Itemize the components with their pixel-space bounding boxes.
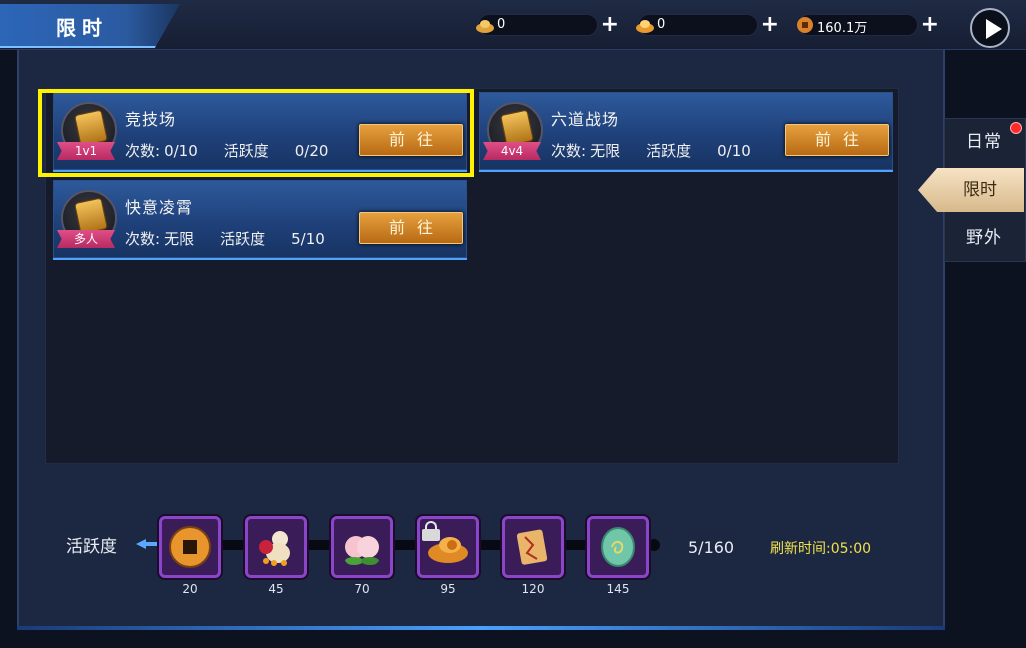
- reward-threshold: 45: [268, 582, 284, 596]
- reward-chest[interactable]: [587, 516, 649, 578]
- resource-gold-value: 0: [657, 17, 666, 32]
- reward-chest[interactable]: [331, 516, 393, 578]
- tab-wild[interactable]: 野外: [944, 216, 1024, 260]
- gourd-icon: [259, 531, 290, 566]
- reward-threshold: 95: [440, 582, 456, 596]
- jade-orb-icon: [601, 527, 635, 567]
- go-button[interactable]: 前往: [785, 124, 889, 156]
- resource-gold: 0 +: [636, 12, 779, 37]
- copper-coin-icon: [169, 526, 211, 568]
- activity-progress-text: 5/160: [688, 538, 735, 557]
- gold-ingot-icon: [636, 20, 654, 33]
- selection-highlight: [38, 89, 474, 177]
- notification-dot: [1010, 122, 1022, 134]
- count-value: 无限: [590, 142, 621, 160]
- activity-value: 5/10: [291, 230, 325, 248]
- activity-value: 0/10: [717, 142, 751, 160]
- go-button[interactable]: 前往: [359, 212, 463, 244]
- mode-tag: 多人: [57, 230, 115, 248]
- count-label: 次数:: [125, 230, 161, 248]
- reward-chest[interactable]: [159, 516, 221, 578]
- lock-icon: [422, 521, 440, 541]
- coin-icon: [797, 17, 813, 33]
- resource-silver-value: 0: [497, 17, 506, 32]
- top-bar: 限时 0 + 0 + 160.1万 +: [0, 0, 1026, 50]
- card-title: 六道战场: [551, 110, 620, 129]
- add-silver-button[interactable]: +: [601, 12, 619, 37]
- play-arrow-button[interactable]: [970, 8, 1010, 48]
- add-coin-button[interactable]: +: [921, 12, 939, 37]
- card-stats: 次数: 无限 活跃度 0/10: [551, 140, 755, 161]
- add-gold-button[interactable]: +: [761, 12, 779, 37]
- reward-chest[interactable]: [502, 516, 564, 578]
- resource-coin-value: 160.1万: [817, 21, 868, 36]
- reward-threshold: 145: [606, 582, 630, 596]
- reward-threshold: 20: [182, 582, 198, 596]
- activity-label: 活跃度: [220, 230, 266, 248]
- activity-label: 活跃度: [646, 142, 692, 160]
- count-label: 次数:: [551, 142, 587, 160]
- scroll-map-icon: [516, 529, 548, 565]
- activity-progress-track: [160, 539, 660, 551]
- reward-threshold: 70: [354, 582, 370, 596]
- silver-ingot-icon: [476, 20, 494, 33]
- resource-silver: 0 +: [476, 12, 619, 37]
- count-value: 无限: [164, 230, 195, 248]
- resource-coin: 160.1万 +: [797, 12, 939, 37]
- mode-tag: 4v4: [483, 142, 541, 160]
- card-stats: 次数: 无限 活跃度 5/10: [125, 228, 329, 249]
- activity-label: 活跃度: [66, 537, 117, 557]
- reward-chest[interactable]: [245, 516, 307, 578]
- frame-glow: [17, 626, 945, 630]
- reward-chest[interactable]: [417, 516, 479, 578]
- peach-icon: [345, 536, 379, 565]
- tab-limited[interactable]: 限时: [918, 168, 1024, 212]
- refresh-label: 刷新时间:: [770, 541, 831, 557]
- card-six-paths-battlefield: 4v4 六道战场 次数: 无限 活跃度 0/10 前往: [479, 92, 893, 172]
- page-title: 限时: [56, 16, 108, 40]
- refresh-time: 刷新时间:05:00: [770, 538, 871, 558]
- reward-threshold: 120: [521, 582, 545, 596]
- card-title: 快意凌霄: [125, 198, 194, 217]
- refresh-value: 05:00: [830, 541, 872, 557]
- card-kuaiyi-lingxiao: 多人 快意凌霄 次数: 无限 活跃度 5/10 前往: [53, 180, 467, 260]
- arrow-left-icon: [136, 539, 158, 549]
